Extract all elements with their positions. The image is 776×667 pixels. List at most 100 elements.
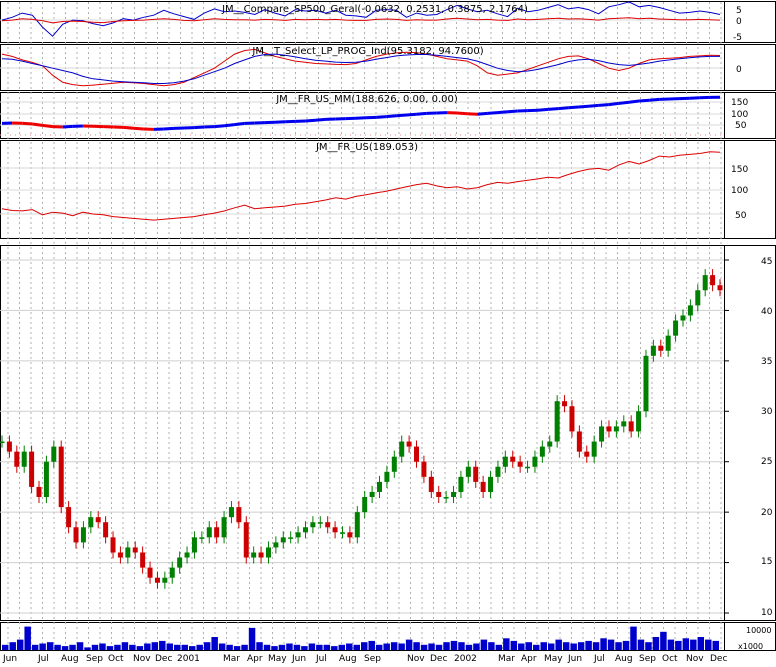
price-candle [310, 522, 315, 527]
panel-4-ytick: 100 [731, 186, 748, 196]
volume-bar [339, 645, 345, 650]
volume-bar [279, 645, 285, 650]
price-candle [555, 401, 560, 441]
panel-3-series-segment [508, 111, 518, 112]
price-candle [370, 492, 375, 497]
panel-3-series-segment [417, 113, 427, 114]
price-candle [66, 507, 71, 527]
x-tick-label: Aug [615, 654, 633, 663]
volume-bar [77, 642, 83, 650]
volume-bar [114, 645, 120, 650]
volume-bar [47, 642, 53, 650]
price-candle [347, 532, 352, 537]
x-tick-label: Dec [430, 654, 447, 663]
price-candle [658, 346, 663, 351]
price-candle [296, 532, 301, 537]
x-tick-label: Jun [2, 654, 17, 663]
volume-bar [24, 627, 30, 650]
technical-chart-window[interactable]: JM__Compare_SP500_Geral(-0.0632, 0.2531,… [0, 0, 776, 663]
price-ytick: 30 [761, 407, 773, 417]
x-tick-label: May [544, 654, 563, 663]
price-candle [510, 457, 515, 462]
price-candle [133, 547, 138, 552]
volume-bar [309, 644, 315, 651]
volume-bar [324, 645, 330, 650]
price-candle [584, 452, 589, 457]
panel-3-series-segment [609, 103, 619, 104]
price-candle [222, 517, 227, 537]
panel-4-ytick: 50 [735, 211, 747, 221]
price-candle [51, 447, 56, 462]
price-ytick: 25 [761, 457, 772, 467]
price-candle [155, 578, 160, 583]
price-candle [540, 447, 545, 457]
volume-bar [17, 640, 23, 650]
price-candle [518, 462, 523, 467]
volume-bar [234, 646, 240, 650]
x-tick-label: Jul [315, 654, 327, 663]
panel-3-series-segment [376, 117, 386, 118]
x-tick-label: Aug [61, 654, 79, 663]
panel-3-series-segment [63, 126, 73, 127]
price-candle [44, 462, 49, 497]
volume-bar [301, 646, 307, 650]
x-tick-label: Jul [593, 654, 605, 663]
x-tick-label: Sep [364, 654, 381, 663]
volume-bar [107, 646, 113, 650]
volume-bar [436, 645, 442, 650]
volume-bar [189, 646, 195, 650]
volume-bar [383, 644, 389, 651]
x-tick-label: Jun [291, 654, 306, 663]
volume-bar [92, 645, 98, 650]
price-candle [421, 462, 426, 477]
x-tick-label: 2002 [454, 654, 477, 663]
volume-bar [346, 644, 352, 651]
price-ytick: 40 [761, 307, 773, 317]
price-candle [695, 290, 700, 305]
volume-bar [698, 637, 704, 650]
panel-3-series-segment [599, 105, 609, 106]
panel-3-series-segment [538, 109, 548, 110]
price-candle [199, 537, 204, 539]
volume-bar [533, 645, 539, 650]
price-candle [266, 547, 271, 557]
price-candle [170, 568, 175, 578]
panel-3-series-segment [629, 101, 639, 102]
volume-bar [32, 645, 38, 650]
panel-3-series-segment [649, 99, 659, 100]
x-tick-label: Oct [662, 654, 678, 663]
volume-bar [69, 645, 75, 650]
price-candle [162, 578, 167, 583]
volume-bar [219, 644, 225, 651]
x-tick-label: Apr [521, 654, 537, 663]
price-candle [377, 482, 382, 492]
price-candle [355, 512, 360, 537]
chart-svg[interactable]: JM__Compare_SP500_Geral(-0.0632, 0.2531,… [0, 0, 776, 663]
volume-bar [578, 642, 584, 650]
price-candle [192, 537, 197, 552]
price-candle [621, 421, 626, 426]
x-tick-label: Mar [223, 654, 240, 663]
price-ytick: 20 [761, 508, 773, 518]
volume-bar [204, 642, 210, 650]
price-candle [125, 547, 130, 557]
volume-bar [570, 644, 576, 651]
price-candle [333, 527, 338, 532]
volume-bar [368, 641, 374, 650]
volume-bar [511, 641, 517, 650]
x-tick-label: Dec [710, 654, 727, 663]
price-candle [177, 558, 182, 568]
price-candle [473, 467, 478, 482]
price-candle [236, 507, 241, 522]
volume-bar [645, 642, 651, 650]
price-candle [325, 522, 330, 527]
volume-bar [99, 644, 105, 651]
panel-3-series-segment [619, 102, 629, 103]
price-candle [251, 552, 256, 557]
price-candle [606, 426, 611, 431]
volume-bar [406, 640, 412, 650]
panel-3-series-segment [386, 116, 396, 117]
volume-bar [683, 638, 689, 650]
volume-bar [690, 640, 696, 650]
price-candle [148, 568, 153, 578]
